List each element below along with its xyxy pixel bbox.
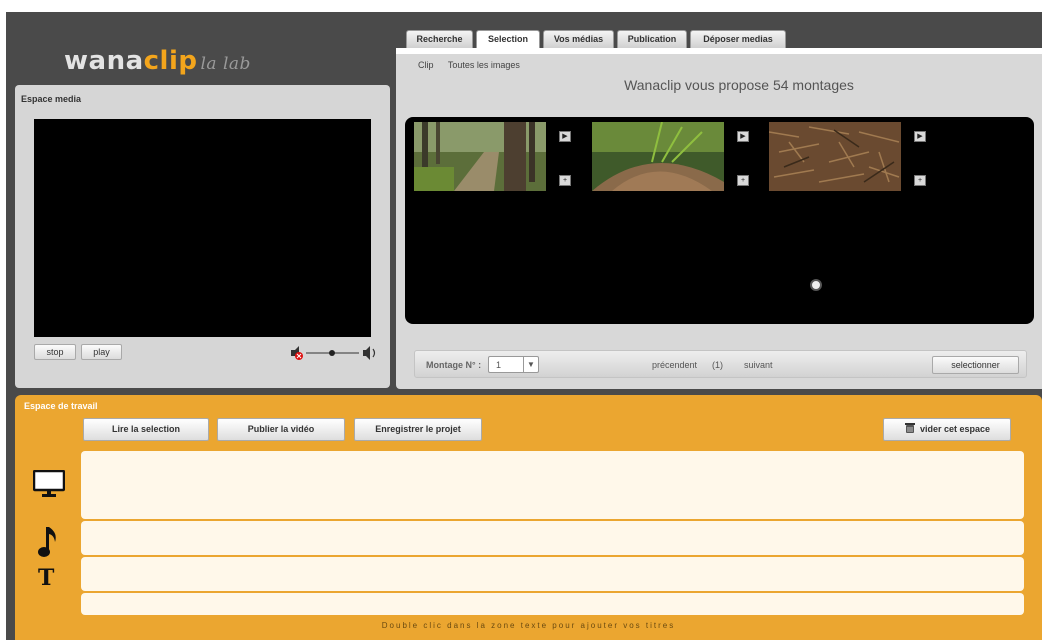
montage-number-label: Montage N° : xyxy=(426,360,482,370)
read-selection-button[interactable]: Lire la selection xyxy=(83,418,209,441)
selection-subnav: Clip Toutes les images xyxy=(418,60,532,70)
volume-max-icon[interactable] xyxy=(363,346,376,360)
mute-icon[interactable] xyxy=(291,346,303,360)
tab-publication[interactable]: Publication xyxy=(617,30,687,48)
clip-play-icon[interactable]: ▶ xyxy=(559,131,571,142)
clips-area: ▶ + ▶ + ▶ + xyxy=(405,117,1034,324)
media-panel: Espace media stop play xyxy=(15,85,390,388)
selection-panel: Clip Toutes les images Wanaclip vous pro… xyxy=(396,48,1042,389)
clear-workspace-label: vider cet espace xyxy=(919,424,991,434)
subnav-clip[interactable]: Clip xyxy=(418,60,434,70)
logo-accent: clip xyxy=(143,46,198,76)
logo-main: wana xyxy=(64,46,144,76)
video-track[interactable] xyxy=(81,451,1024,519)
select-button[interactable]: selectionner xyxy=(932,356,1019,374)
media-panel-title: Espace media xyxy=(21,94,82,104)
wanaclip-logo: wanaclip la lab xyxy=(64,46,251,76)
clip-thumbnail-anthill[interactable] xyxy=(592,122,724,191)
page-number: (1) xyxy=(712,360,723,370)
volume-slider-handle[interactable] xyxy=(329,350,335,356)
text-track[interactable] xyxy=(81,557,1024,591)
save-project-button[interactable]: Enregistrer le projet xyxy=(354,418,482,441)
chevron-down-icon[interactable]: ▼ xyxy=(523,357,538,372)
tab-vos-medias[interactable]: Vos médias xyxy=(543,30,614,48)
montage-pager: Montage N° : 1 ▼ précendent (1) suivant … xyxy=(414,350,1027,378)
clip-play-icon[interactable]: ▶ xyxy=(914,131,926,142)
clip-add-icon[interactable]: + xyxy=(737,175,749,186)
text-track-secondary[interactable] xyxy=(81,593,1024,615)
clear-workspace-button[interactable]: vider cet espace xyxy=(883,418,1011,441)
publish-video-button[interactable]: Publier la vidéo xyxy=(217,418,345,441)
montage-number-select[interactable]: 1 ▼ xyxy=(488,356,539,373)
tab-selection[interactable]: Selection xyxy=(476,30,540,49)
logo-sub: la lab xyxy=(200,54,251,74)
play-button[interactable]: play xyxy=(81,344,122,360)
clip-play-icon[interactable]: ▶ xyxy=(737,131,749,142)
loading-cursor-icon xyxy=(810,279,822,291)
next-link[interactable]: suivant xyxy=(744,360,773,370)
text-icon: T xyxy=(38,565,55,591)
workspace-panel: Espace de travail Lire la selection Publ… xyxy=(15,395,1042,640)
workspace-title: Espace de travail xyxy=(24,401,98,411)
tab-recherche[interactable]: Recherche xyxy=(406,30,473,48)
previous-link[interactable]: précendent xyxy=(652,360,697,370)
monitor-icon xyxy=(33,470,65,497)
tab-deposer-medias[interactable]: Déposer medias xyxy=(690,30,786,48)
subnav-toutes-les-images[interactable]: Toutes les images xyxy=(448,60,520,70)
montage-proposal-text: Wanaclip vous propose 54 montages xyxy=(624,77,854,93)
stop-button[interactable]: stop xyxy=(34,344,76,360)
media-player-screen[interactable] xyxy=(34,119,371,337)
trash-icon xyxy=(904,423,915,433)
audio-track[interactable] xyxy=(81,521,1024,555)
clip-add-icon[interactable]: + xyxy=(914,175,926,186)
clip-add-icon[interactable]: + xyxy=(559,175,571,186)
clip-thumbnail-pine-needles[interactable] xyxy=(769,122,901,191)
montage-number-value: 1 xyxy=(496,360,502,370)
workspace-hint: Double clic dans la zone texte pour ajou… xyxy=(381,621,676,630)
clip-thumbnail-forest-path[interactable] xyxy=(414,122,546,191)
music-note-icon xyxy=(38,527,56,557)
app-window: wanaclip la lab Espace media stop play Re… xyxy=(6,12,1042,640)
volume-control[interactable] xyxy=(289,345,379,361)
